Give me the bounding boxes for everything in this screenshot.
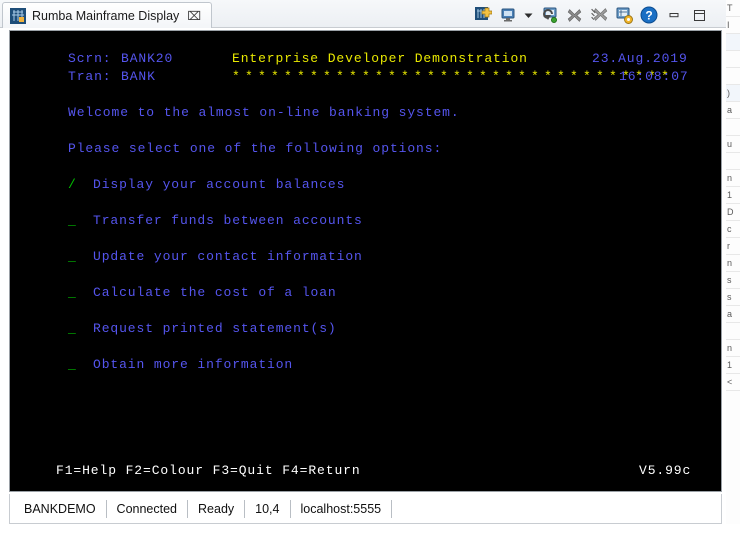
mainframe-icon	[10, 7, 26, 24]
title-rule: **********************************	[232, 69, 675, 84]
bg-row	[726, 68, 740, 85]
bg-row: I	[726, 17, 740, 34]
screen-time: 16:08:07	[619, 69, 689, 84]
status-state: Ready	[188, 499, 246, 518]
option-label-5: Request printed statement(s)	[93, 321, 337, 336]
terminal-frame[interactable]: Scrn: BANK20 Enterprise Developer Demons…	[9, 30, 722, 492]
bg-row: 1	[726, 187, 740, 204]
tran-value: BANK	[121, 69, 156, 84]
option-label-4: Calculate the cost of a loan	[93, 285, 337, 300]
option-label-1: Display your account balances	[93, 177, 346, 192]
screen-label: Scrn:	[68, 51, 112, 66]
bg-row: a	[726, 306, 740, 323]
bg-row: u	[726, 136, 740, 153]
close-icon[interactable]: ⌧	[185, 10, 203, 22]
bg-row: n	[726, 255, 740, 272]
disconnect-icon[interactable]	[563, 4, 585, 26]
bg-row: r	[726, 238, 740, 255]
option-marker-5[interactable]: _	[68, 321, 77, 337]
bg-row	[726, 119, 740, 136]
bg-row: a	[726, 102, 740, 119]
svg-text:?: ?	[645, 9, 652, 23]
bg-row: s	[726, 289, 740, 306]
terminal-screen[interactable]: Scrn: BANK20 Enterprise Developer Demons…	[10, 31, 721, 491]
tran-label: Tran:	[68, 69, 112, 84]
bg-row: D	[726, 204, 740, 221]
bg-row	[726, 323, 740, 340]
bg-row: T	[726, 0, 740, 17]
status-bar: BANKDEMO Connected Ready 10,4 localhost:…	[9, 494, 722, 524]
bg-row	[726, 34, 740, 51]
option-marker-4[interactable]: _	[68, 285, 77, 301]
function-keys: F1=Help F2=Colour F3=Quit F4=Return	[56, 463, 361, 478]
status-cursor-position: 10,4	[245, 499, 291, 518]
bg-row: n	[726, 170, 740, 187]
bg-row: n	[726, 340, 740, 357]
version-label: V5.99c	[639, 463, 692, 478]
desktop-background	[0, 524, 740, 533]
reconnect-icon[interactable]	[538, 4, 560, 26]
bg-row: )	[726, 85, 740, 102]
prompt-text: Please select one of the following optio…	[68, 141, 443, 156]
option-label-2: Transfer funds between accounts	[93, 213, 363, 228]
bg-row: c	[726, 221, 740, 238]
bg-row	[726, 51, 740, 68]
minimize-icon[interactable]	[663, 4, 685, 26]
option-marker-6[interactable]: _	[68, 357, 77, 373]
status-session: BANKDEMO	[10, 499, 107, 518]
tab-label: Rumba Mainframe Display	[32, 8, 180, 23]
help-icon[interactable]: ?	[638, 4, 660, 26]
status-host: localhost:5555	[291, 499, 393, 518]
screen-value: BANK20	[121, 51, 174, 66]
restore-icon[interactable]	[688, 4, 710, 26]
session-settings-icon[interactable]	[613, 4, 635, 26]
bg-row: 1	[726, 357, 740, 374]
display-icon[interactable]	[497, 4, 519, 26]
bg-row	[726, 153, 740, 170]
option-marker-3[interactable]: _	[68, 249, 77, 265]
bg-row: <	[726, 374, 740, 391]
tab-rumba-mainframe-display[interactable]: Rumba Mainframe Display ⌧	[2, 2, 213, 28]
status-connection: Connected	[107, 499, 189, 518]
option-label-3: Update your contact information	[93, 249, 363, 264]
disconnect-all-icon[interactable]	[588, 4, 610, 26]
dropdown-arrow-icon[interactable]	[522, 4, 535, 26]
rumba-window: T I ) a u n 1 D c r n s s a n 1 < Rumba …	[0, 0, 740, 533]
bg-row: s	[726, 272, 740, 289]
window-toolbar: ?	[472, 3, 710, 27]
screen-date: 23.Aug.2019	[592, 51, 688, 66]
option-marker-2[interactable]: _	[68, 213, 77, 229]
welcome-text: Welcome to the almost on-line banking sy…	[68, 105, 460, 120]
option-label-6: Obtain more information	[93, 357, 294, 372]
option-marker-1[interactable]: /	[68, 177, 77, 193]
tab-bar: Rumba Mainframe Display ⌧ ?	[0, 0, 726, 28]
new-session-icon[interactable]	[472, 4, 494, 26]
screen-title: Enterprise Developer Demonstration	[232, 51, 528, 66]
background-app-strip: T I ) a u n 1 D c r n s s a n 1 <	[726, 0, 740, 533]
